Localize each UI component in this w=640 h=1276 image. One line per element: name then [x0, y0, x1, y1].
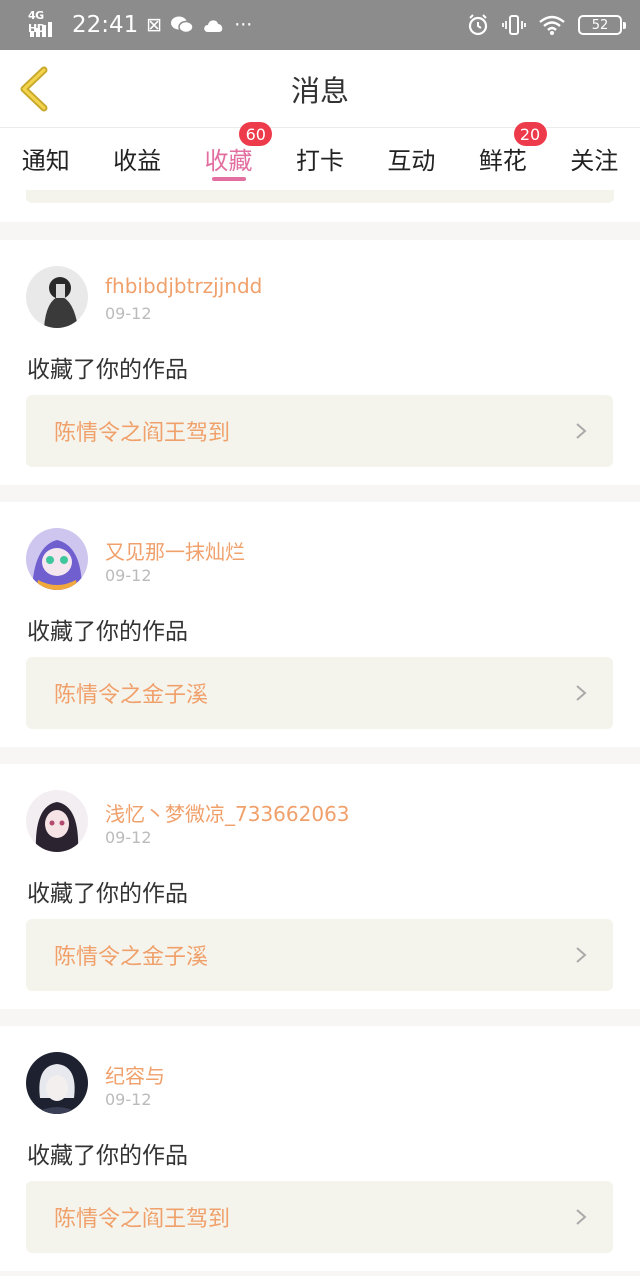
- tab-label: 收益: [113, 147, 162, 175]
- tab-bar: 通知 收益 收藏 60 打卡 互动 鲜花 20 关注: [0, 122, 640, 190]
- tab-label: 鲜花: [478, 147, 527, 175]
- tab-label: 通知: [21, 147, 70, 175]
- battery-icon: 52: [578, 15, 626, 35]
- notification-date: 09-12: [105, 1090, 152, 1109]
- username[interactable]: fhbibdjbtrzjjndd: [105, 274, 262, 298]
- signal-icon: 4G HD: [28, 9, 62, 39]
- notification-date: 09-12: [105, 304, 152, 323]
- chevron-right-icon: [576, 685, 587, 701]
- tab-favorites[interactable]: 收藏 60: [183, 122, 274, 190]
- chevron-right-icon: [576, 1209, 587, 1225]
- list-item: fhbibdjbtrzjjndd 09-12 收藏了你的作品 陈情令之阎王驾到: [0, 240, 640, 485]
- work-title: 陈情令之金子溪: [54, 683, 209, 708]
- alarm-icon: [468, 14, 488, 36]
- tab-interaction[interactable]: 互动: [366, 128, 457, 190]
- list-item: 又见那一抹灿烂 09-12 收藏了你的作品 陈情令之金子溪: [0, 502, 640, 747]
- unread-badge: 60: [239, 122, 273, 146]
- username[interactable]: 浅忆丶梦微凉_733662063: [105, 798, 350, 827]
- tab-follow[interactable]: 关注: [549, 128, 640, 190]
- wechat-icon: [171, 16, 194, 34]
- work-title: 陈情令之阎王驾到: [54, 421, 231, 446]
- list-item: 纪容与 09-12 收藏了你的作品 陈情令之阎王驾到: [0, 1026, 640, 1271]
- page-title: 消息: [290, 73, 349, 108]
- tab-flowers[interactable]: 鲜花 20: [457, 122, 548, 190]
- work-link[interactable]: 陈情令之金子溪: [26, 919, 613, 991]
- more-notifications-icon: ···: [234, 13, 253, 36]
- unread-badge: 20: [513, 122, 547, 146]
- work-link[interactable]: 陈情令之阎王驾到: [26, 1181, 613, 1253]
- vibrate-icon: [502, 15, 526, 35]
- cloud-icon: [204, 20, 223, 32]
- username[interactable]: 纪容与: [105, 1060, 165, 1089]
- tab-label: 互动: [387, 147, 436, 175]
- work-link[interactable]: 陈情令之阎王驾到: [26, 395, 613, 467]
- tab-notifications[interactable]: 通知: [0, 128, 91, 190]
- work-link[interactable]: 陈情令之金子溪: [26, 657, 613, 729]
- notification-date: 09-12: [105, 566, 152, 585]
- avatar[interactable]: [26, 266, 88, 328]
- status-bar: 4G HD 22:41 ⊠ ··· 52: [0, 0, 640, 50]
- notification-text: 收藏了你的作品: [27, 1143, 188, 1169]
- tab-label: 关注: [570, 147, 619, 175]
- wifi-icon: [539, 15, 565, 35]
- tab-label: 打卡: [295, 147, 344, 175]
- list-item: [0, 190, 640, 222]
- tab-label: 收藏: [204, 147, 253, 175]
- work-link-partial[interactable]: [26, 190, 614, 203]
- chevron-right-icon: [576, 423, 587, 439]
- chevron-right-icon: [576, 947, 587, 963]
- back-button[interactable]: [16, 66, 52, 112]
- notification-text: 收藏了你的作品: [27, 881, 188, 907]
- username[interactable]: 又见那一抹灿烂: [105, 536, 245, 565]
- status-time: 22:41: [72, 12, 139, 38]
- avatar[interactable]: [26, 528, 88, 590]
- notification-text: 收藏了你的作品: [27, 357, 188, 383]
- avatar[interactable]: [26, 1052, 88, 1114]
- notification-date: 09-12: [105, 828, 152, 847]
- screenshot-icon: ⊠: [146, 13, 163, 36]
- work-title: 陈情令之阎王驾到: [54, 1207, 231, 1232]
- notification-text: 收藏了你的作品: [27, 619, 188, 645]
- active-tab-indicator: [211, 177, 246, 181]
- avatar[interactable]: [26, 790, 88, 852]
- tab-earnings[interactable]: 收益: [91, 128, 182, 190]
- list-item: 浅忆丶梦微凉_733662063 09-12 收藏了你的作品 陈情令之金子溪: [0, 764, 640, 1009]
- tab-checkin[interactable]: 打卡: [274, 128, 365, 190]
- header: 消息: [0, 50, 640, 128]
- work-title: 陈情令之金子溪: [54, 945, 209, 970]
